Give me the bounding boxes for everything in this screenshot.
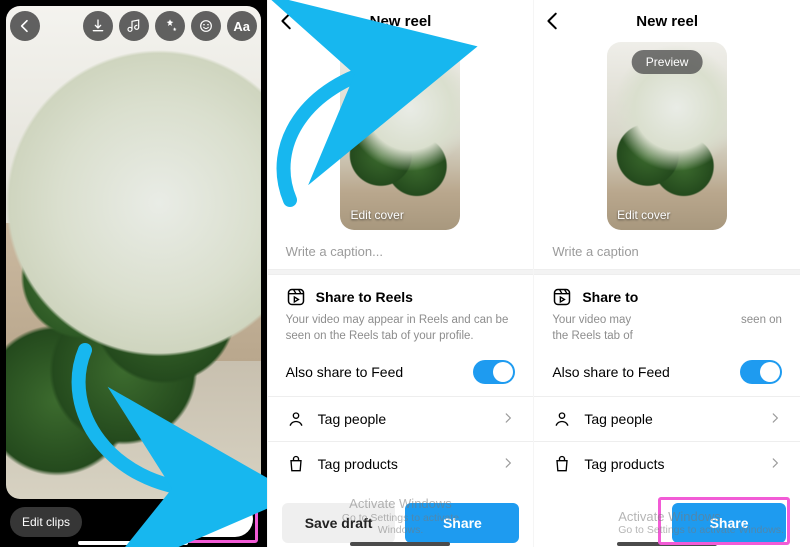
also-share-toggle[interactable] bbox=[473, 360, 515, 384]
screen-new-reel-b: New reel Preview Edit cover Write a capt… bbox=[533, 0, 800, 547]
share-section-desc-2: the Reels tab of bbox=[552, 329, 782, 345]
bag-icon bbox=[286, 454, 306, 474]
bottom-buttons: Save draft Share bbox=[268, 493, 534, 547]
text-icon[interactable]: Aa bbox=[227, 11, 257, 41]
also-share-toggle[interactable] bbox=[740, 360, 782, 384]
download-icon[interactable] bbox=[83, 11, 113, 41]
share-button[interactable]: Share bbox=[672, 503, 786, 543]
share-to-section: Share to Your video mayseen on the Reels… bbox=[534, 275, 800, 348]
screen-edit: Aa Edit clips Next bbox=[0, 0, 267, 547]
chevron-right-icon bbox=[223, 512, 237, 526]
bottom-buttons: Share bbox=[534, 493, 800, 547]
stickers-icon[interactable] bbox=[191, 11, 221, 41]
person-icon bbox=[286, 409, 306, 429]
back-icon[interactable] bbox=[10, 11, 40, 41]
header: New reel bbox=[534, 2, 800, 40]
share-section-title: Share to bbox=[582, 289, 638, 305]
chevron-right-icon bbox=[501, 411, 515, 428]
tag-products-label: Tag products bbox=[584, 456, 664, 472]
music-icon[interactable] bbox=[119, 11, 149, 41]
share-section-title: Share to Reels bbox=[316, 289, 413, 305]
reels-icon bbox=[552, 287, 572, 307]
effects-icon[interactable] bbox=[155, 11, 185, 41]
cover-thumbnail[interactable]: Preview Edit cover bbox=[340, 42, 460, 230]
video-preview-area bbox=[6, 6, 261, 499]
page-title: New reel bbox=[370, 13, 432, 30]
share-button[interactable]: Share bbox=[405, 503, 519, 543]
tag-people-label: Tag people bbox=[318, 411, 387, 427]
share-section-desc: Your video may appear in Reels and can b… bbox=[286, 313, 516, 344]
chevron-right-icon bbox=[768, 456, 782, 473]
chevron-right-icon bbox=[501, 456, 515, 473]
home-indicator bbox=[350, 542, 450, 546]
edit-cover-button[interactable]: Edit cover bbox=[617, 208, 670, 222]
reels-icon bbox=[286, 287, 306, 307]
preview-button[interactable]: Preview bbox=[632, 50, 703, 74]
also-share-label: Also share to Feed bbox=[552, 364, 670, 380]
tag-people-label: Tag people bbox=[584, 411, 653, 427]
next-button-label: Next bbox=[189, 511, 219, 527]
tag-products-label: Tag products bbox=[318, 456, 398, 472]
tag-people-row[interactable]: Tag people bbox=[534, 396, 800, 441]
preview-button[interactable]: Preview bbox=[365, 50, 436, 74]
also-share-feed-row: Also share to Feed bbox=[534, 348, 800, 396]
also-share-label: Also share to Feed bbox=[286, 364, 404, 380]
edit-cover-button[interactable]: Edit cover bbox=[350, 208, 403, 222]
home-indicator bbox=[78, 541, 188, 545]
caption-input[interactable]: Write a caption... bbox=[268, 230, 534, 269]
chevron-right-icon bbox=[768, 411, 782, 428]
cover-thumbnail[interactable]: Preview Edit cover bbox=[607, 42, 727, 230]
header: New reel bbox=[268, 2, 534, 40]
page-title: New reel bbox=[636, 13, 698, 30]
share-to-reels-section: Share to Reels Your video may appear in … bbox=[268, 275, 534, 348]
back-button[interactable] bbox=[542, 10, 564, 37]
back-button[interactable] bbox=[276, 10, 298, 37]
tag-products-row[interactable]: Tag products bbox=[534, 441, 800, 486]
edit-clips-button[interactable]: Edit clips bbox=[10, 507, 82, 537]
share-section-desc: Your video mayseen on bbox=[552, 313, 782, 329]
tag-people-row[interactable]: Tag people bbox=[268, 396, 534, 441]
tag-products-row[interactable]: Tag products bbox=[268, 441, 534, 486]
editor-toolbar: Aa bbox=[10, 8, 257, 44]
screen-new-reel-a: New reel Preview Edit cover Write a capt… bbox=[267, 0, 534, 547]
caption-input[interactable]: Write a caption bbox=[534, 230, 800, 269]
next-button[interactable]: Next bbox=[171, 501, 252, 537]
bag-icon bbox=[552, 454, 572, 474]
also-share-feed-row: Also share to Feed bbox=[268, 348, 534, 396]
home-indicator bbox=[617, 542, 717, 546]
person-icon bbox=[552, 409, 572, 429]
save-draft-button[interactable]: Save draft bbox=[282, 503, 396, 543]
